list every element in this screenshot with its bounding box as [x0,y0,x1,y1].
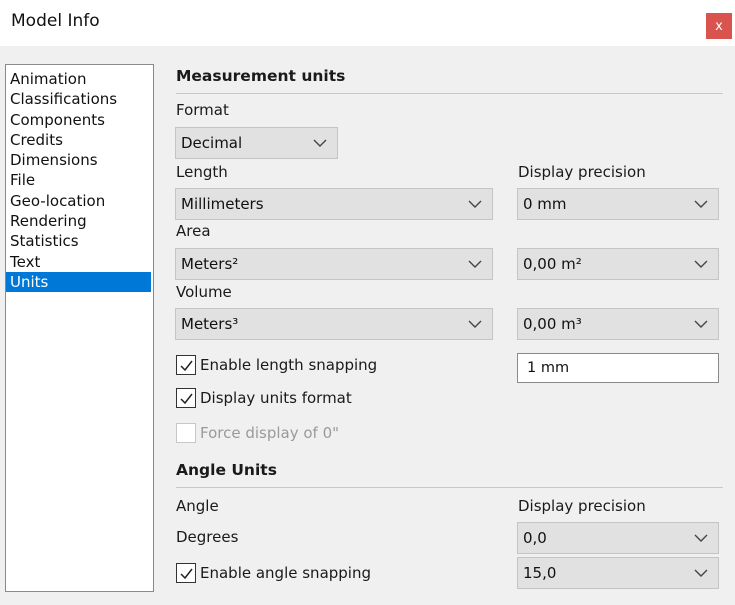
format-label: Format [176,101,229,119]
display-units-format-checkbox[interactable] [176,388,196,408]
angle-units-heading: Angle Units [176,461,277,479]
chevron-down-icon [313,138,327,148]
nav-item-units[interactable]: Units [6,271,151,293]
force-display-checkbox [176,423,196,443]
angle-display-precision-label: Display precision [518,497,646,515]
nav-item-geo-location[interactable]: Geo-location [6,191,153,211]
format-dropdown[interactable]: Decimal [175,127,338,159]
nav-item-components[interactable]: Components [6,110,153,130]
chevron-down-icon [694,568,708,578]
chevron-down-icon [694,319,708,329]
area-dropdown-value: Meters² [181,255,239,273]
length-label: Length [176,163,228,181]
nav-item-credits[interactable]: Credits [6,130,153,150]
nav-item-text[interactable]: Text [6,252,153,272]
angle-snapping-checkbox[interactable] [176,563,196,583]
nav-item-classifications[interactable]: Classifications [6,89,153,109]
degrees-precision-dropdown[interactable]: 0,0 [517,522,719,554]
force-display-checkbox-row: Force display of 0" [176,422,339,444]
length-snapping-checkbox[interactable] [176,355,196,375]
category-list[interactable]: Animation Classifications Components Credit… [5,64,154,592]
display-units-format-label: Display units format [200,389,352,407]
degrees-label: Degrees [176,528,239,546]
area-precision-value: 0,00 m² [523,255,582,273]
volume-precision-value: 0,00 m³ [523,315,582,333]
angle-units-divider [176,487,723,488]
angle-snapping-label: Enable angle snapping [200,564,371,582]
chevron-down-icon [694,259,708,269]
volume-dropdown[interactable]: Meters³ [175,308,493,340]
chevron-down-icon [468,199,482,209]
chevron-down-icon [694,533,708,543]
chevron-down-icon [694,199,708,209]
display-units-format-checkbox-row[interactable]: Display units format [176,387,352,409]
volume-dropdown-value: Meters³ [181,315,239,333]
degrees-precision-value: 0,0 [523,529,547,547]
length-precision-dropdown[interactable]: 0 mm [517,188,719,220]
measurement-units-heading: Measurement units [176,67,346,85]
area-label: Area [176,222,211,240]
nav-item-file[interactable]: File [6,170,153,190]
chevron-down-icon [468,259,482,269]
nav-item-statistics[interactable]: Statistics [6,231,153,251]
nav-item-rendering[interactable]: Rendering [6,211,153,231]
length-dropdown[interactable]: Millimeters [175,188,493,220]
window-title: Model Info [11,11,100,31]
nav-item-animation[interactable]: Animation [6,69,153,89]
display-precision-label: Display precision [518,163,646,181]
close-button[interactable]: x [706,13,732,39]
length-snapping-input[interactable]: 1 mm [517,353,719,383]
length-precision-value: 0 mm [523,195,567,213]
angle-snapping-value: 15,0 [523,564,557,582]
length-snapping-label: Enable length snapping [200,356,378,374]
length-dropdown-value: Millimeters [181,195,264,213]
area-precision-dropdown[interactable]: 0,00 m² [517,248,719,280]
force-display-label: Force display of 0" [200,424,340,442]
volume-precision-dropdown[interactable]: 0,00 m³ [517,308,719,340]
measurement-units-divider [176,93,723,94]
nav-item-dimensions[interactable]: Dimensions [6,150,153,170]
length-snapping-checkbox-row[interactable]: Enable length snapping [176,354,377,376]
format-dropdown-value: Decimal [181,134,243,152]
area-dropdown[interactable]: Meters² [175,248,493,280]
angle-snapping-checkbox-row[interactable]: Enable angle snapping [176,562,371,584]
chevron-down-icon [468,319,482,329]
volume-label: Volume [176,283,232,301]
angle-snapping-dropdown[interactable]: 15,0 [517,557,719,589]
title-bar: Model Info x [0,0,735,46]
angle-label: Angle [176,497,219,515]
